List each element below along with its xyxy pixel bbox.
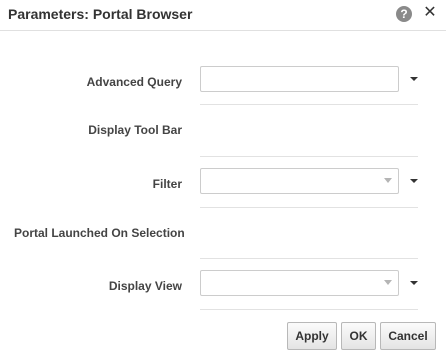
separator: [200, 104, 418, 105]
caret-down-icon: [410, 77, 418, 81]
advanced-query-input[interactable]: [200, 66, 399, 92]
separator: [200, 207, 418, 208]
filter-select[interactable]: [200, 168, 399, 194]
advanced-query-label: Advanced Query: [86, 75, 182, 89]
ok-button[interactable]: OK: [341, 322, 376, 350]
display-tool-bar-label: Display Tool Bar: [88, 123, 182, 137]
separator: [200, 156, 418, 157]
display-view-select[interactable]: [200, 270, 399, 296]
filter-label: Filter: [152, 177, 182, 191]
separator: [200, 309, 418, 310]
portal-launched-on-selection-label: Portal Launched On Selection: [14, 226, 185, 240]
row-portal-launched-on-selection: Portal Launched On Selection: [0, 213, 446, 253]
filter-menu-button[interactable]: [404, 170, 424, 192]
row-display-view: Display View: [0, 266, 446, 306]
help-icon[interactable]: ?: [396, 6, 412, 22]
display-view-label: Display View: [108, 279, 182, 293]
separator: [200, 258, 418, 259]
advanced-query-menu-button[interactable]: [404, 68, 424, 90]
parameters-dialog: Parameters: Portal Browser ? ✕ Advanced …: [0, 0, 446, 360]
caret-down-icon: [410, 281, 418, 285]
dialog-title: Parameters: Portal Browser: [8, 6, 193, 22]
row-display-tool-bar: Display Tool Bar: [0, 110, 446, 150]
chevron-down-icon: [384, 178, 392, 183]
apply-button[interactable]: Apply: [287, 322, 337, 350]
row-advanced-query: Advanced Query: [0, 62, 446, 102]
chevron-down-icon: [384, 280, 392, 285]
dialog-titlebar: Parameters: Portal Browser ? ✕: [0, 0, 446, 31]
row-filter: Filter: [0, 164, 446, 204]
display-view-menu-button[interactable]: [404, 272, 424, 294]
close-icon[interactable]: ✕: [423, 4, 437, 22]
caret-down-icon: [410, 179, 418, 183]
cancel-button[interactable]: Cancel: [380, 322, 436, 350]
